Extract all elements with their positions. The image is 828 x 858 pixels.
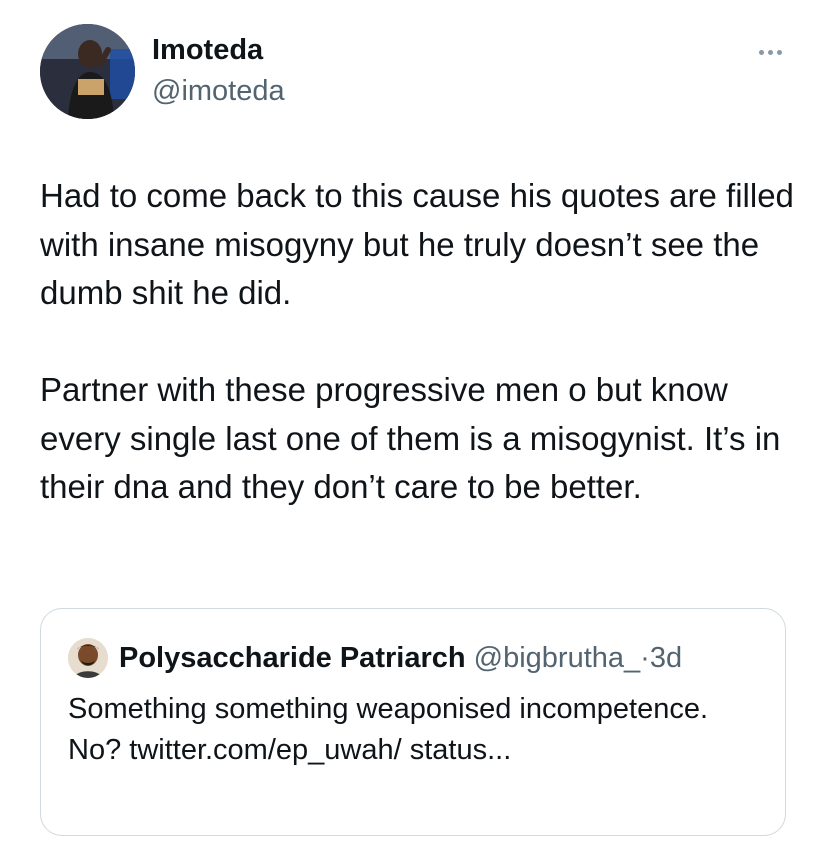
profile-photo-icon	[40, 24, 135, 119]
author-avatar[interactable]	[40, 24, 135, 119]
quoted-tweet-card[interactable]: Polysaccharide Patriarch @bigbrutha_·3d …	[40, 608, 786, 836]
quoted-author-avatar[interactable]	[68, 638, 108, 678]
author-handle[interactable]: @imoteda	[152, 75, 285, 108]
profile-photo-icon	[68, 638, 108, 678]
quoted-tweet-text: Something something weaponised incompete…	[68, 693, 709, 766]
quoted-author-handle[interactable]: @bigbrutha_	[474, 642, 641, 674]
quoted-author-display-name[interactable]: Polysaccharide Patriarch	[119, 642, 466, 674]
quoted-tweet-header: Polysaccharide Patriarch @bigbrutha_·3d	[119, 640, 682, 676]
author-display-name[interactable]: Imoteda	[152, 34, 263, 67]
more-horizontal-icon	[758, 49, 764, 55]
tweet-page: Imoteda @imoteda Had to come back to thi…	[0, 0, 828, 858]
more-horizontal-icon-dot	[767, 49, 773, 55]
tweet-body: Had to come back to this cause his quote…	[40, 172, 800, 512]
tweet-paragraph-1: Had to come back to this cause his quote…	[40, 177, 794, 311]
header-separator: ·	[640, 642, 650, 674]
more-options-button[interactable]	[752, 40, 788, 64]
quoted-tweet-timestamp[interactable]: 3d	[650, 642, 682, 674]
tweet-paragraph-2: Partner with these progressive men o but…	[40, 371, 781, 505]
more-horizontal-icon-dot	[776, 49, 782, 55]
